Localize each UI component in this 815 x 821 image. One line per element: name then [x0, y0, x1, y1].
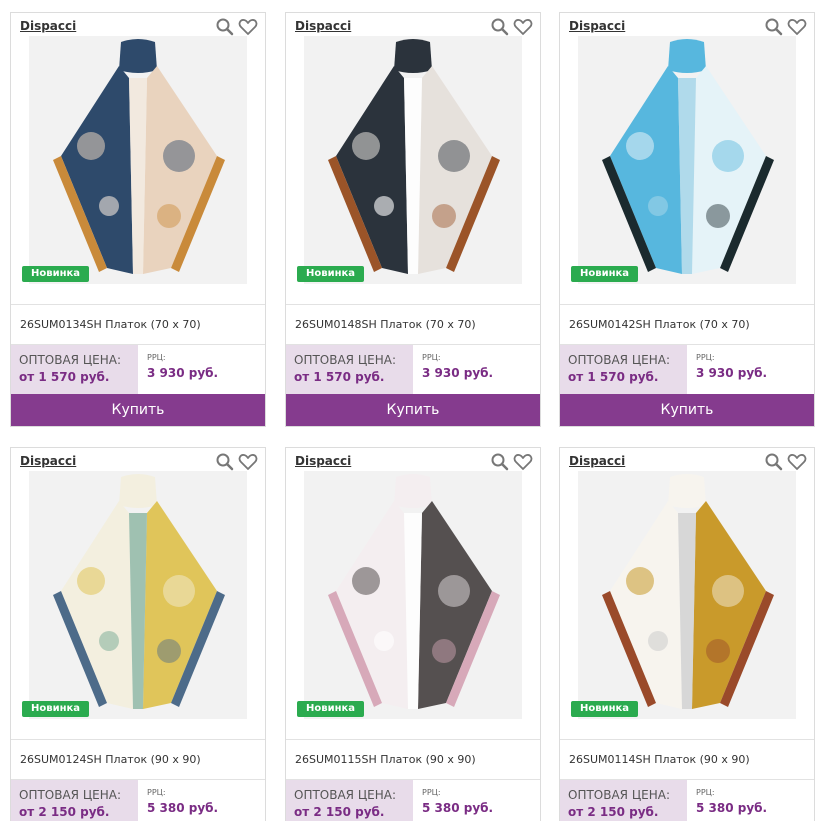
heart-icon[interactable] [513, 452, 533, 472]
scarf-image[interactable] [29, 36, 247, 284]
price-row: ОПТОВАЯ ЦЕНА: от 1 570 руб. РРЦ: 3 930 р… [560, 344, 814, 394]
rrp-block: РРЦ: 3 930 руб. [138, 345, 218, 394]
wholesale-price-value: от 2 150 руб. [568, 805, 659, 819]
rrp-value: 5 380 руб. [422, 801, 494, 815]
wholesale-price-value: от 1 570 руб. [19, 370, 110, 384]
search-icon[interactable] [764, 17, 784, 37]
rrp-value: 3 930 руб. [696, 366, 768, 380]
product-image-area: Dispacci Новинка [560, 448, 814, 739]
search-icon[interactable] [490, 452, 510, 472]
price-row: ОПТОВАЯ ЦЕНА: от 1 570 руб. РРЦ: 3 930 р… [286, 344, 540, 394]
new-badge: Новинка [22, 701, 90, 717]
wholesale-price-block: ОПТОВАЯ ЦЕНА: от 1 570 руб. [286, 345, 413, 394]
scarf-image[interactable] [29, 471, 247, 719]
product-title[interactable]: 26SUM0114SH Платок (90 х 90) [560, 739, 814, 779]
heart-icon[interactable] [238, 17, 258, 37]
buy-button[interactable]: Купить [11, 394, 265, 426]
wholesale-price-label: ОПТОВАЯ ЦЕНА: [19, 353, 122, 367]
brand-link[interactable]: Dispacci [295, 19, 351, 33]
scarf-image[interactable] [578, 36, 796, 284]
product-card-3: Dispacci Новинка 26SUM0142SH Платок (70 … [559, 12, 815, 427]
wholesale-price-label: ОПТОВАЯ ЦЕНА: [294, 353, 397, 367]
brand-link[interactable]: Dispacci [295, 454, 351, 468]
new-badge: Новинка [571, 701, 639, 717]
rrp-value: 5 380 руб. [147, 801, 219, 815]
rrp-label: РРЦ: [422, 788, 441, 797]
new-badge: Новинка [297, 266, 365, 282]
rrp-block: РРЦ: 3 930 руб. [687, 345, 767, 394]
product-image-area: Dispacci Новинка [286, 448, 540, 739]
wholesale-price-value: от 1 570 руб. [568, 370, 659, 384]
rrp-label: РРЦ: [696, 788, 715, 797]
heart-icon[interactable] [787, 452, 807, 472]
wholesale-price-value: от 2 150 руб. [294, 805, 385, 819]
rrp-label: РРЦ: [696, 353, 715, 362]
wholesale-price-value: от 1 570 руб. [294, 370, 385, 384]
brand-link[interactable]: Dispacci [569, 454, 625, 468]
search-icon[interactable] [215, 452, 235, 472]
product-title[interactable]: 26SUM0148SH Платок (70 х 70) [286, 304, 540, 344]
product-image-area: Dispacci Новинка [11, 13, 265, 304]
product-title[interactable]: 26SUM0115SH Платок (90 х 90) [286, 739, 540, 779]
new-badge: Новинка [571, 266, 639, 282]
search-icon[interactable] [490, 17, 510, 37]
rrp-block: РРЦ: 3 930 руб. [413, 345, 493, 394]
product-card-4: Dispacci Новинка 26SUM0124SH Платок (90 … [10, 447, 266, 821]
rrp-value: 3 930 руб. [422, 366, 494, 380]
product-image-area: Dispacci Новинка [286, 13, 540, 304]
scarf-image[interactable] [304, 36, 522, 284]
scarf-image[interactable] [578, 471, 796, 719]
product-card-2: Dispacci Новинка 26SUM0148SH Платок (70 … [285, 12, 541, 427]
wholesale-price-block: ОПТОВАЯ ЦЕНА: от 1 570 руб. [560, 345, 687, 394]
product-image-area: Dispacci Новинка [11, 448, 265, 739]
wholesale-price-label: ОПТОВАЯ ЦЕНА: [568, 788, 671, 802]
product-title[interactable]: 26SUM0142SH Платок (70 х 70) [560, 304, 814, 344]
wholesale-price-label: ОПТОВАЯ ЦЕНА: [568, 353, 671, 367]
new-badge: Новинка [297, 701, 365, 717]
product-card-5: Dispacci Новинка 26SUM0115SH Платок (90 … [285, 447, 541, 821]
rrp-block: РРЦ: 5 380 руб. [138, 780, 218, 821]
product-image-area: Dispacci Новинка [560, 13, 814, 304]
heart-icon[interactable] [787, 17, 807, 37]
product-card-6: Dispacci Новинка 26SUM0114SH Платок (90 … [559, 447, 815, 821]
wholesale-price-label: ОПТОВАЯ ЦЕНА: [294, 788, 397, 802]
wholesale-price-block: ОПТОВАЯ ЦЕНА: от 2 150 руб. [560, 780, 687, 821]
buy-button[interactable]: Купить [286, 394, 540, 426]
rrp-label: РРЦ: [147, 788, 166, 797]
product-title[interactable]: 26SUM0124SH Платок (90 х 90) [11, 739, 265, 779]
rrp-value: 5 380 руб. [696, 801, 768, 815]
brand-link[interactable]: Dispacci [20, 454, 76, 468]
wholesale-price-block: ОПТОВАЯ ЦЕНА: от 2 150 руб. [286, 780, 413, 821]
rrp-label: РРЦ: [147, 353, 166, 362]
rrp-block: РРЦ: 5 380 руб. [687, 780, 767, 821]
brand-link[interactable]: Dispacci [20, 19, 76, 33]
buy-button[interactable]: Купить [560, 394, 814, 426]
wholesale-price-block: ОПТОВАЯ ЦЕНА: от 2 150 руб. [11, 780, 138, 821]
rrp-block: РРЦ: 5 380 руб. [413, 780, 493, 821]
heart-icon[interactable] [238, 452, 258, 472]
product-card-1: Dispacci Новинка 26SUM0134SH Платок (70 … [10, 12, 266, 427]
product-title[interactable]: 26SUM0134SH Платок (70 х 70) [11, 304, 265, 344]
brand-link[interactable]: Dispacci [569, 19, 625, 33]
wholesale-price-value: от 2 150 руб. [19, 805, 110, 819]
price-row: ОПТОВАЯ ЦЕНА: от 1 570 руб. РРЦ: 3 930 р… [11, 344, 265, 394]
rrp-value: 3 930 руб. [147, 366, 219, 380]
search-icon[interactable] [215, 17, 235, 37]
scarf-image[interactable] [304, 471, 522, 719]
new-badge: Новинка [22, 266, 90, 282]
price-row: ОПТОВАЯ ЦЕНА: от 2 150 руб. РРЦ: 5 380 р… [560, 779, 814, 821]
heart-icon[interactable] [513, 17, 533, 37]
wholesale-price-block: ОПТОВАЯ ЦЕНА: от 1 570 руб. [11, 345, 138, 394]
wholesale-price-label: ОПТОВАЯ ЦЕНА: [19, 788, 122, 802]
price-row: ОПТОВАЯ ЦЕНА: от 2 150 руб. РРЦ: 5 380 р… [286, 779, 540, 821]
rrp-label: РРЦ: [422, 353, 441, 362]
search-icon[interactable] [764, 452, 784, 472]
price-row: ОПТОВАЯ ЦЕНА: от 2 150 руб. РРЦ: 5 380 р… [11, 779, 265, 821]
